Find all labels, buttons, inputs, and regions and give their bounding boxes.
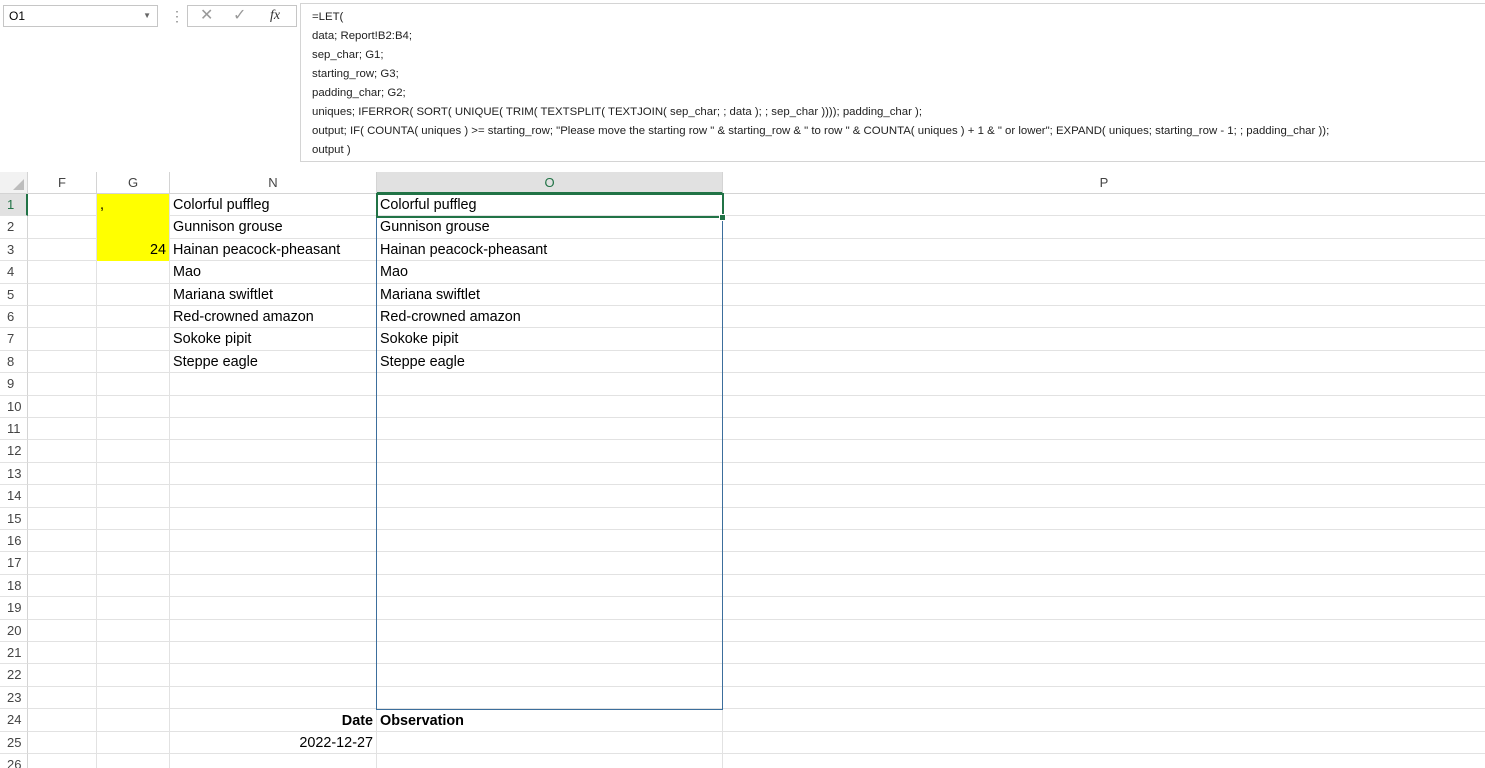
active-cell-selection[interactable] bbox=[376, 193, 724, 218]
row-header-15[interactable]: 15 bbox=[0, 507, 28, 530]
cell-o6[interactable]: Red-crowned amazon bbox=[377, 306, 722, 328]
close-icon[interactable]: ✕ bbox=[200, 7, 213, 25]
column-header-n[interactable]: N bbox=[170, 172, 377, 194]
formula-input[interactable]: =LET( data; Report!B2:B4; sep_char; G1; … bbox=[300, 3, 1485, 162]
row-header-17[interactable]: 17 bbox=[0, 552, 28, 575]
name-box-value: O1 bbox=[9, 9, 26, 23]
cell-o5[interactable]: Mariana swiftlet bbox=[377, 284, 722, 306]
row-header-20[interactable]: 20 bbox=[0, 619, 28, 642]
row-header-26[interactable]: 26 bbox=[0, 754, 28, 768]
formula-text: =LET( data; Report!B2:B4; sep_char; G1; … bbox=[312, 11, 1330, 156]
row-header-4[interactable]: 4 bbox=[0, 261, 28, 284]
name-box[interactable]: O1 ▼ bbox=[3, 5, 158, 27]
row-header-14[interactable]: 14 bbox=[0, 485, 28, 508]
formula-bar: O1 ▼ ⋮ ✕ ✓ fx =LET( data; Report!B2:B4; … bbox=[0, 0, 1485, 172]
row-header-10[interactable]: 10 bbox=[0, 395, 28, 418]
insert-function-icon[interactable]: fx bbox=[270, 7, 280, 25]
column-header-p[interactable]: P bbox=[723, 172, 1485, 194]
chevron-down-icon[interactable]: ▼ bbox=[143, 6, 151, 26]
row-header-23[interactable]: 23 bbox=[0, 686, 28, 710]
checkmark-icon[interactable]: ✓ bbox=[233, 7, 246, 25]
column-header-g[interactable]: G bbox=[97, 172, 170, 194]
row-header-5[interactable]: 5 bbox=[0, 283, 28, 306]
row-header-12[interactable]: 12 bbox=[0, 440, 28, 463]
cell-n25[interactable]: 2022-12-27 bbox=[170, 732, 376, 754]
row-header-18[interactable]: 18 bbox=[0, 574, 28, 598]
row-header-7[interactable]: 7 bbox=[0, 328, 28, 351]
cell-n2[interactable]: Gunnison grouse bbox=[170, 216, 376, 238]
select-all-icon bbox=[13, 179, 24, 190]
row-header-25[interactable]: 25 bbox=[0, 731, 28, 754]
row-header-2[interactable]: 2 bbox=[0, 216, 28, 239]
row-header-22[interactable]: 22 bbox=[0, 664, 28, 687]
row-header-13[interactable]: 13 bbox=[0, 462, 28, 486]
cell-o24[interactable]: Observation bbox=[377, 710, 722, 732]
cell-n6[interactable]: Red-crowned amazon bbox=[170, 306, 376, 328]
cell-g1[interactable]: , bbox=[97, 194, 169, 216]
row-header-21[interactable]: 21 bbox=[0, 642, 28, 665]
row-header-24[interactable]: 24 bbox=[0, 709, 28, 732]
row-header-16[interactable]: 16 bbox=[0, 530, 28, 553]
cell-o3[interactable]: Hainan peacock-pheasant bbox=[377, 239, 722, 261]
column-header-o[interactable]: O bbox=[377, 172, 723, 194]
cell-o8[interactable]: Steppe eagle bbox=[377, 351, 722, 373]
row-header-6[interactable]: 6 bbox=[0, 306, 28, 329]
column-header-f[interactable]: F bbox=[28, 172, 97, 194]
row-header-9[interactable]: 9 bbox=[0, 373, 28, 396]
cell-n5[interactable]: Mariana swiftlet bbox=[170, 284, 376, 306]
cell-g3[interactable]: 24 bbox=[97, 239, 169, 261]
formula-controls: ✕ ✓ fx bbox=[187, 5, 297, 27]
row-header-8[interactable]: 8 bbox=[0, 350, 28, 374]
cell-o4[interactable]: Mao bbox=[377, 261, 722, 283]
cell-n1[interactable]: Colorful puffleg bbox=[170, 194, 376, 216]
row-header-19[interactable]: 19 bbox=[0, 597, 28, 620]
cell-n24[interactable]: Date bbox=[170, 710, 376, 732]
cell-o7[interactable]: Sokoke pipit bbox=[377, 328, 722, 350]
spreadsheet-grid[interactable]: F G N O P 1 2 3 4 5 6 7 8 9 10 11 12 13 14 15 16 17 18 19 2… bbox=[0, 172, 1485, 768]
select-all-button[interactable] bbox=[0, 172, 28, 194]
cell-n8[interactable]: Steppe eagle bbox=[170, 351, 376, 373]
cell-n4[interactable]: Mao bbox=[170, 261, 376, 283]
cell-n7[interactable]: Sokoke pipit bbox=[170, 328, 376, 350]
fill-handle[interactable] bbox=[719, 214, 726, 221]
more-options-icon[interactable]: ⋮ bbox=[170, 7, 184, 25]
row-header-11[interactable]: 11 bbox=[0, 418, 28, 441]
cell-o2[interactable]: Gunnison grouse bbox=[377, 216, 722, 238]
cell-n3[interactable]: Hainan peacock-pheasant bbox=[170, 239, 376, 261]
row-header-3[interactable]: 3 bbox=[0, 238, 28, 262]
row-header-1[interactable]: 1 bbox=[0, 194, 28, 217]
